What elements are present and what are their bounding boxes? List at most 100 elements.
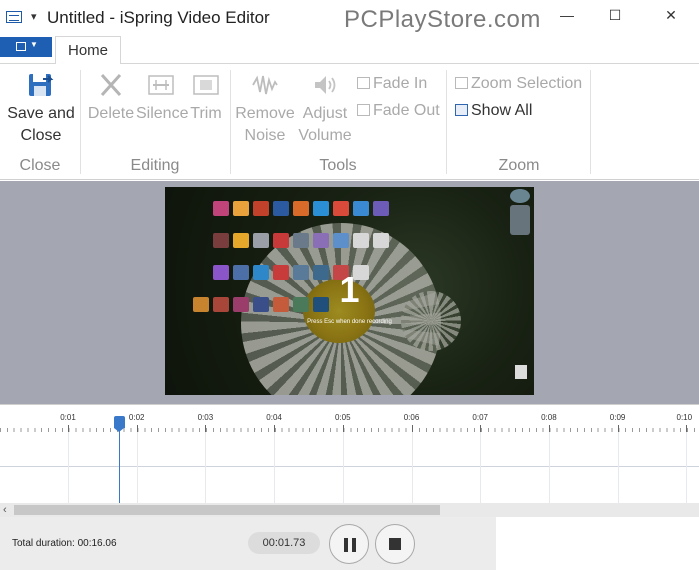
remove-noise-label-1: Remove — [235, 105, 295, 122]
playhead-handle[interactable] — [114, 416, 125, 432]
tab-home[interactable]: Home — [55, 36, 121, 65]
silence-button[interactable]: Silence — [136, 72, 189, 125]
desktop-app-icon — [233, 233, 249, 248]
ruler-tick-label: 0:03 — [197, 413, 214, 422]
desktop-app-icon — [333, 201, 349, 216]
recording-hint: Press Esc when done recording — [307, 319, 392, 325]
silence-label: Silence — [136, 105, 189, 122]
timeline-ruler[interactable]: 0:01 0:02 0:03 0:04 0:05 0:06 0:07 0:08 0:09 0:10 — [0, 405, 699, 432]
total-duration: Total duration: 00:16.06 — [12, 538, 117, 549]
desktop-app-icon — [253, 201, 269, 216]
delete-button[interactable]: Delete — [86, 72, 136, 125]
desktop-app-icon — [313, 233, 329, 248]
weather-widget — [510, 189, 530, 203]
zoom-selection-button[interactable]: Zoom Selection — [455, 74, 582, 94]
chevron-down-icon: ▼ — [30, 40, 38, 49]
ruler-tick-label: 0:01 — [60, 413, 76, 422]
delete-label: Delete — [87, 105, 135, 122]
ribbon: Save and Close Close Delete Silence Trim… — [0, 64, 699, 180]
ruler-tick-label: 0:08 — [541, 413, 557, 422]
ruler-major-tick — [68, 425, 69, 432]
fade-out-label: Fade Out — [373, 102, 440, 119]
quick-access-dropdown-icon[interactable]: ▾ — [31, 10, 37, 23]
show-all-label: Show All — [471, 102, 533, 119]
timeline-track[interactable] — [0, 432, 699, 504]
timeline-gridline — [342, 432, 344, 504]
ruler-tick-label: 0:09 — [609, 413, 626, 422]
remove-noise-label-2: Noise — [244, 127, 286, 144]
zoom-selection-icon — [455, 77, 468, 89]
watermark-text: PCPlayStore.com — [344, 6, 541, 33]
timeline-gridline — [617, 432, 619, 504]
fade-out-button[interactable]: Fade Out — [357, 101, 440, 121]
timeline[interactable]: 0:01 0:02 0:03 0:04 0:05 0:06 0:07 0:08 0:09 0:10 — [0, 404, 699, 504]
remove-noise-button[interactable]: Remove Noise — [234, 72, 296, 147]
fade-out-icon — [357, 104, 370, 116]
title-bar: ▾ Untitled - iSpring Video Editor PCPlay… — [0, 0, 699, 34]
pause-button[interactable] — [329, 524, 369, 564]
timeline-gridline — [68, 432, 69, 504]
delete-icon — [97, 72, 125, 98]
save-and-close-label-1: Save and — [7, 105, 75, 122]
desktop-app-icon — [273, 233, 289, 248]
playback-bar: Total duration: 00:16.06 00:01.73 — [0, 517, 699, 570]
fade-in-label: Fade In — [373, 75, 428, 92]
desktop-app-icon — [373, 233, 389, 248]
video-preview[interactable]: 1 Press Esc when done recording — [165, 187, 534, 395]
stop-button[interactable] — [375, 524, 415, 564]
desktop-widget — [510, 205, 530, 235]
ribbon-separator — [590, 70, 591, 174]
file-menu-button[interactable]: ▼ — [0, 37, 52, 57]
maximize-button[interactable]: ☐ — [604, 6, 626, 24]
ruler-tick-label: 0:10 — [676, 413, 693, 422]
group-label-tools: Tools — [319, 157, 357, 174]
timeline-gridline — [480, 432, 482, 504]
volume-icon — [311, 72, 339, 98]
desktop-app-icon — [353, 201, 369, 216]
blank-region — [496, 517, 699, 570]
app-icon[interactable] — [6, 11, 22, 23]
show-all-button[interactable]: Show All — [455, 101, 532, 121]
fade-in-button[interactable]: Fade In — [357, 74, 427, 94]
fade-in-icon — [357, 77, 370, 89]
trim-button[interactable]: Trim — [186, 72, 226, 125]
timeline-scrollbar[interactable]: ‹ — [0, 503, 699, 517]
ruler-tick-label: 0:02 — [128, 413, 145, 422]
ruler-tick-label: 0:06 — [403, 413, 420, 422]
ruler-major-tick — [411, 425, 413, 432]
adjust-volume-button[interactable]: Adjust Volume — [296, 72, 354, 147]
desktop-app-icon — [293, 201, 309, 216]
timeline-gridline — [686, 432, 688, 504]
save-and-close-label-2: Close — [20, 127, 62, 144]
ruler-major-tick — [205, 425, 207, 432]
ruler-major-tick — [342, 425, 344, 432]
scrollbar-thumb[interactable] — [14, 505, 440, 515]
group-label-editing: Editing — [130, 157, 180, 174]
desktop-app-icon — [353, 233, 369, 248]
pause-icon — [344, 538, 348, 552]
minimize-button[interactable]: — — [556, 6, 578, 24]
zoom-selection-label: Zoom Selection — [471, 75, 583, 92]
save-and-close-button[interactable]: Save and Close — [5, 72, 77, 147]
timeline-gridline — [411, 432, 413, 504]
ruler-major-tick — [480, 425, 482, 432]
desktop-app-icon — [213, 233, 229, 248]
stop-icon — [389, 538, 401, 550]
close-window-button[interactable]: ✕ — [660, 6, 682, 24]
show-all-icon — [455, 104, 468, 116]
desktop-app-icon — [273, 201, 289, 216]
timeline-gridline — [274, 432, 276, 504]
ruler-tick-label: 0:07 — [472, 413, 488, 422]
adjust-volume-label-2: Volume — [298, 127, 352, 144]
desktop-app-icon — [233, 201, 249, 216]
silence-icon — [147, 72, 175, 98]
scroll-left-icon[interactable]: ‹ — [3, 503, 7, 517]
ruler-major-tick — [136, 425, 138, 432]
ruler-major-tick — [617, 425, 619, 432]
trim-label: Trim — [190, 105, 222, 122]
desktop-app-icon — [213, 201, 229, 216]
ribbon-tab-row: ▼ Home — [0, 34, 699, 65]
timeline-gridline — [205, 432, 207, 504]
file-menu-icon — [16, 42, 26, 51]
desktop-app-icon — [253, 233, 269, 248]
